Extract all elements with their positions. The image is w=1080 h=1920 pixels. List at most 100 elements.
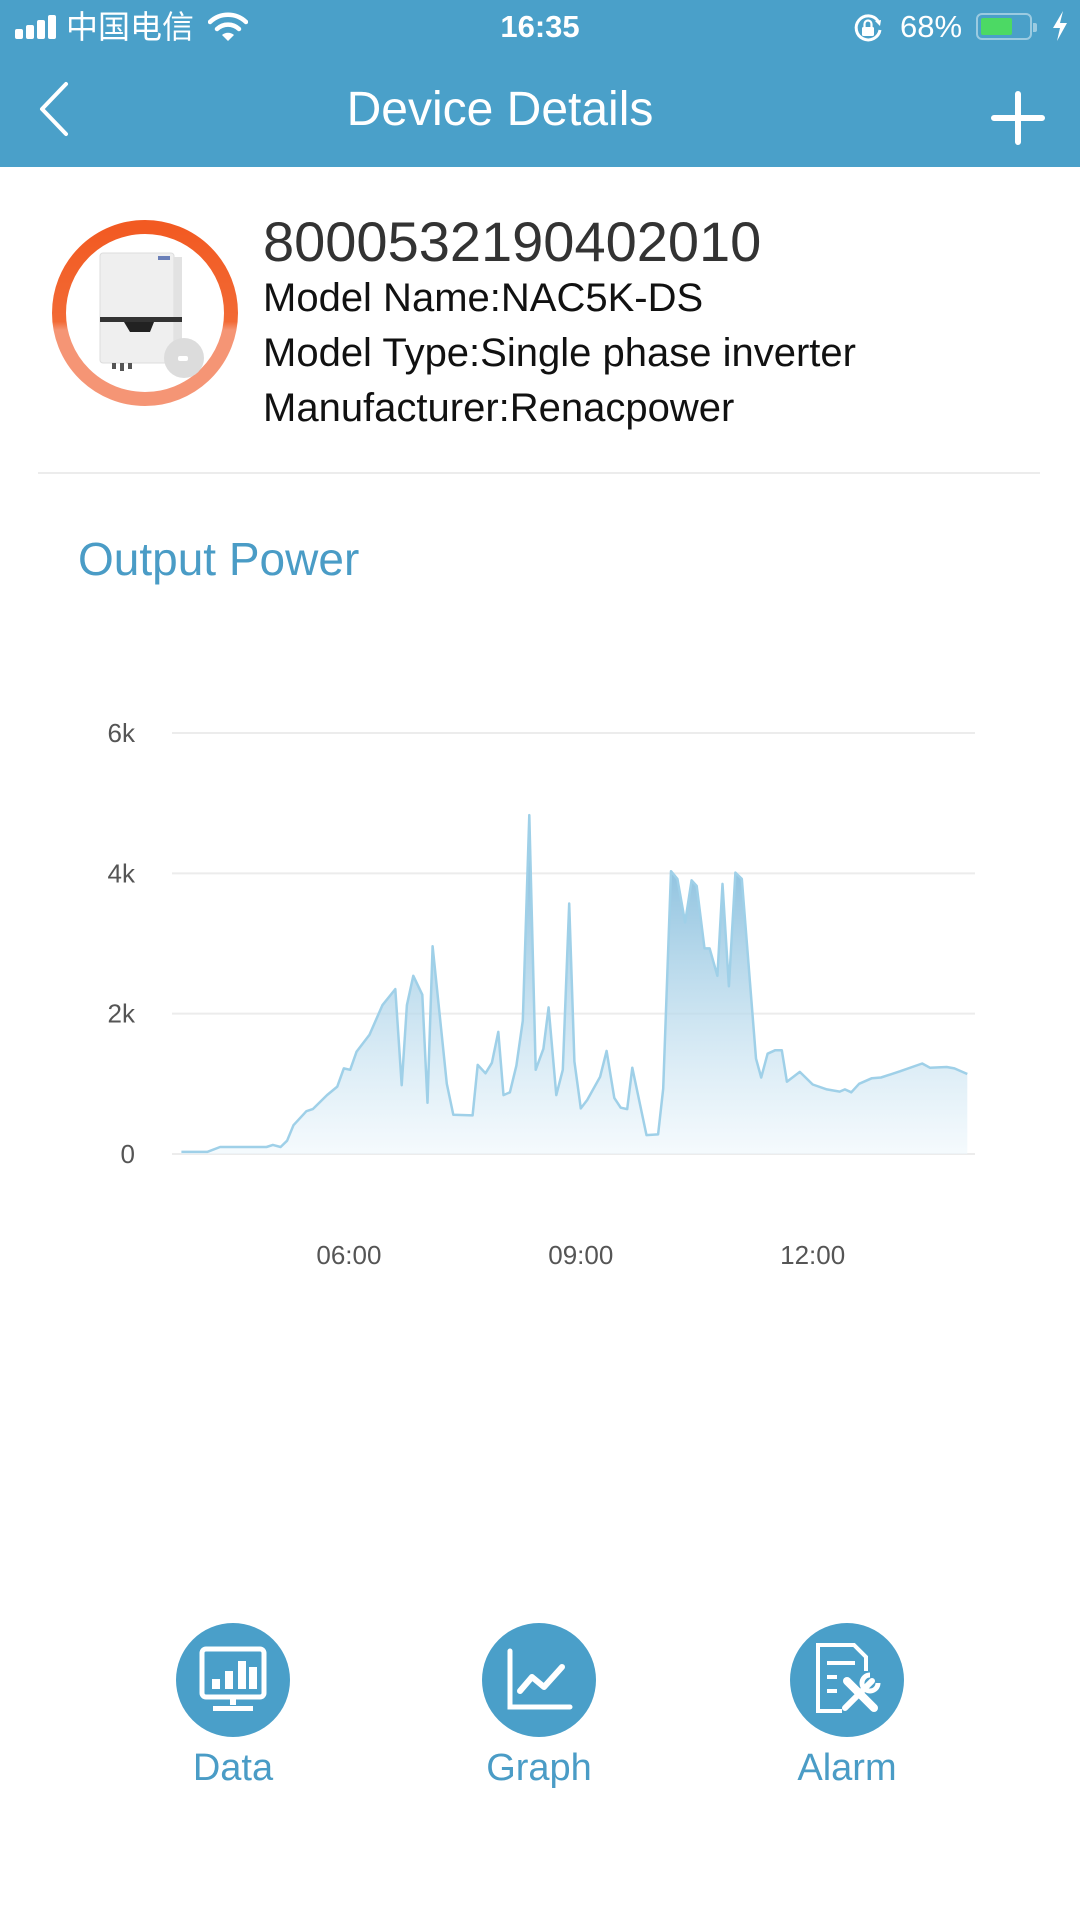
data-point: [502, 1094, 504, 1096]
alarm-button[interactable]: Alarm: [747, 1620, 947, 1800]
y-tick-label: 6k: [108, 718, 136, 748]
data-point: [279, 1146, 281, 1148]
data-point: [336, 1085, 338, 1087]
action-bar: Data Graph Alarm: [0, 1620, 1080, 1800]
data-point: [573, 1060, 575, 1062]
x-tick-label: 12:00: [780, 1240, 845, 1270]
section-title: Output Power: [78, 533, 360, 585]
data-point: [858, 1083, 860, 1085]
data-point: [786, 1081, 788, 1083]
data-point: [381, 1004, 383, 1006]
data-point: [394, 988, 396, 990]
data-point: [509, 1091, 511, 1093]
data-point: [426, 1102, 428, 1104]
data-point: [871, 1077, 873, 1079]
data-point: [662, 1088, 664, 1090]
data-point: [850, 1091, 852, 1093]
data-point: [945, 1066, 947, 1068]
data-button[interactable]: Data: [133, 1620, 333, 1800]
data-point: [292, 1124, 294, 1126]
data-point: [703, 947, 705, 949]
data-point: [929, 1066, 931, 1068]
inverter-image: [52, 220, 238, 406]
model-name: Model Name:NAC5K-DS: [263, 276, 704, 320]
data-point: [760, 1076, 762, 1078]
data-point: [219, 1146, 221, 1148]
data-point: [721, 883, 723, 885]
data-point: [562, 1069, 564, 1071]
data-point: [657, 1133, 659, 1135]
data-point: [412, 975, 414, 977]
data-point: [599, 1076, 601, 1078]
data-point: [626, 1108, 628, 1110]
nav-bar: Device Details: [0, 54, 1080, 167]
data-point: [477, 1064, 479, 1066]
data-point: [774, 1049, 776, 1051]
data-point: [312, 1108, 314, 1110]
data-point: [620, 1106, 622, 1108]
data-point: [349, 1069, 351, 1071]
data-point: [542, 1048, 544, 1050]
data-point: [421, 994, 423, 996]
graph-button-label: Graph: [486, 1747, 592, 1789]
data-point: [484, 1072, 486, 1074]
data-point: [497, 1031, 499, 1033]
data-point: [401, 1084, 403, 1086]
data-point: [555, 1094, 557, 1096]
data-point: [355, 1050, 357, 1052]
data-point: [613, 1097, 615, 1099]
data-point: [515, 1064, 517, 1066]
data-point: [265, 1146, 267, 1148]
data-point: [966, 1073, 968, 1075]
area-fill: [181, 815, 968, 1154]
alarm-button-circle: [790, 1623, 904, 1737]
page-title: Device Details: [346, 83, 654, 136]
battery-nub: [1033, 23, 1037, 32]
data-point: [781, 1049, 783, 1051]
data-point: [684, 921, 686, 923]
battery-percent: 68%: [900, 9, 963, 44]
data-point: [471, 1114, 473, 1116]
data-point: [180, 1151, 182, 1153]
data-point: [326, 1094, 328, 1096]
document-tools-icon: [816, 1643, 881, 1713]
data-button-label: Data: [192, 1747, 274, 1789]
data-point: [631, 1066, 633, 1068]
data-point: [343, 1067, 345, 1069]
data-point: [839, 1090, 841, 1092]
data-point: [728, 985, 730, 987]
data-point: [741, 878, 743, 880]
data-point: [755, 1057, 757, 1059]
x-tick-label: 06:00: [316, 1240, 381, 1270]
data-point: [547, 1006, 549, 1008]
graph-button[interactable]: Graph: [439, 1620, 639, 1800]
data-point: [522, 1019, 524, 1021]
top-bar: 中国电信 16:35 68% Device Details: [0, 0, 1080, 167]
data-point: [272, 1144, 274, 1146]
manufacturer: Manufacturer:Renacpower: [263, 386, 735, 430]
data-point: [605, 1050, 607, 1052]
data-point: [799, 1071, 801, 1073]
add-button[interactable]: [990, 90, 1046, 146]
chart-canvas: 0 2k 4k 6k 06:00 09:00 12:00: [108, 718, 975, 1270]
data-point: [953, 1067, 955, 1069]
battery-level: [981, 18, 1013, 35]
data-point: [844, 1088, 846, 1090]
data-point: [811, 1083, 813, 1085]
data-point: [206, 1151, 208, 1153]
data-point: [586, 1099, 588, 1101]
data-point: [734, 871, 736, 873]
data-point: [708, 947, 710, 949]
battery-icon: [976, 13, 1037, 40]
data-point: [716, 975, 718, 977]
data-button-circle: [176, 1623, 290, 1737]
data-point: [899, 1070, 901, 1072]
data-point: [406, 1004, 408, 1006]
data-point: [676, 878, 678, 880]
data-point: [580, 1107, 582, 1109]
status-bar: 中国电信 16:35 68%: [0, 0, 1080, 54]
x-tick-label: 09:00: [548, 1240, 613, 1270]
data-point: [880, 1076, 882, 1078]
data-point: [446, 1083, 448, 1085]
monitor-bar-chart-icon: [199, 1646, 267, 1711]
